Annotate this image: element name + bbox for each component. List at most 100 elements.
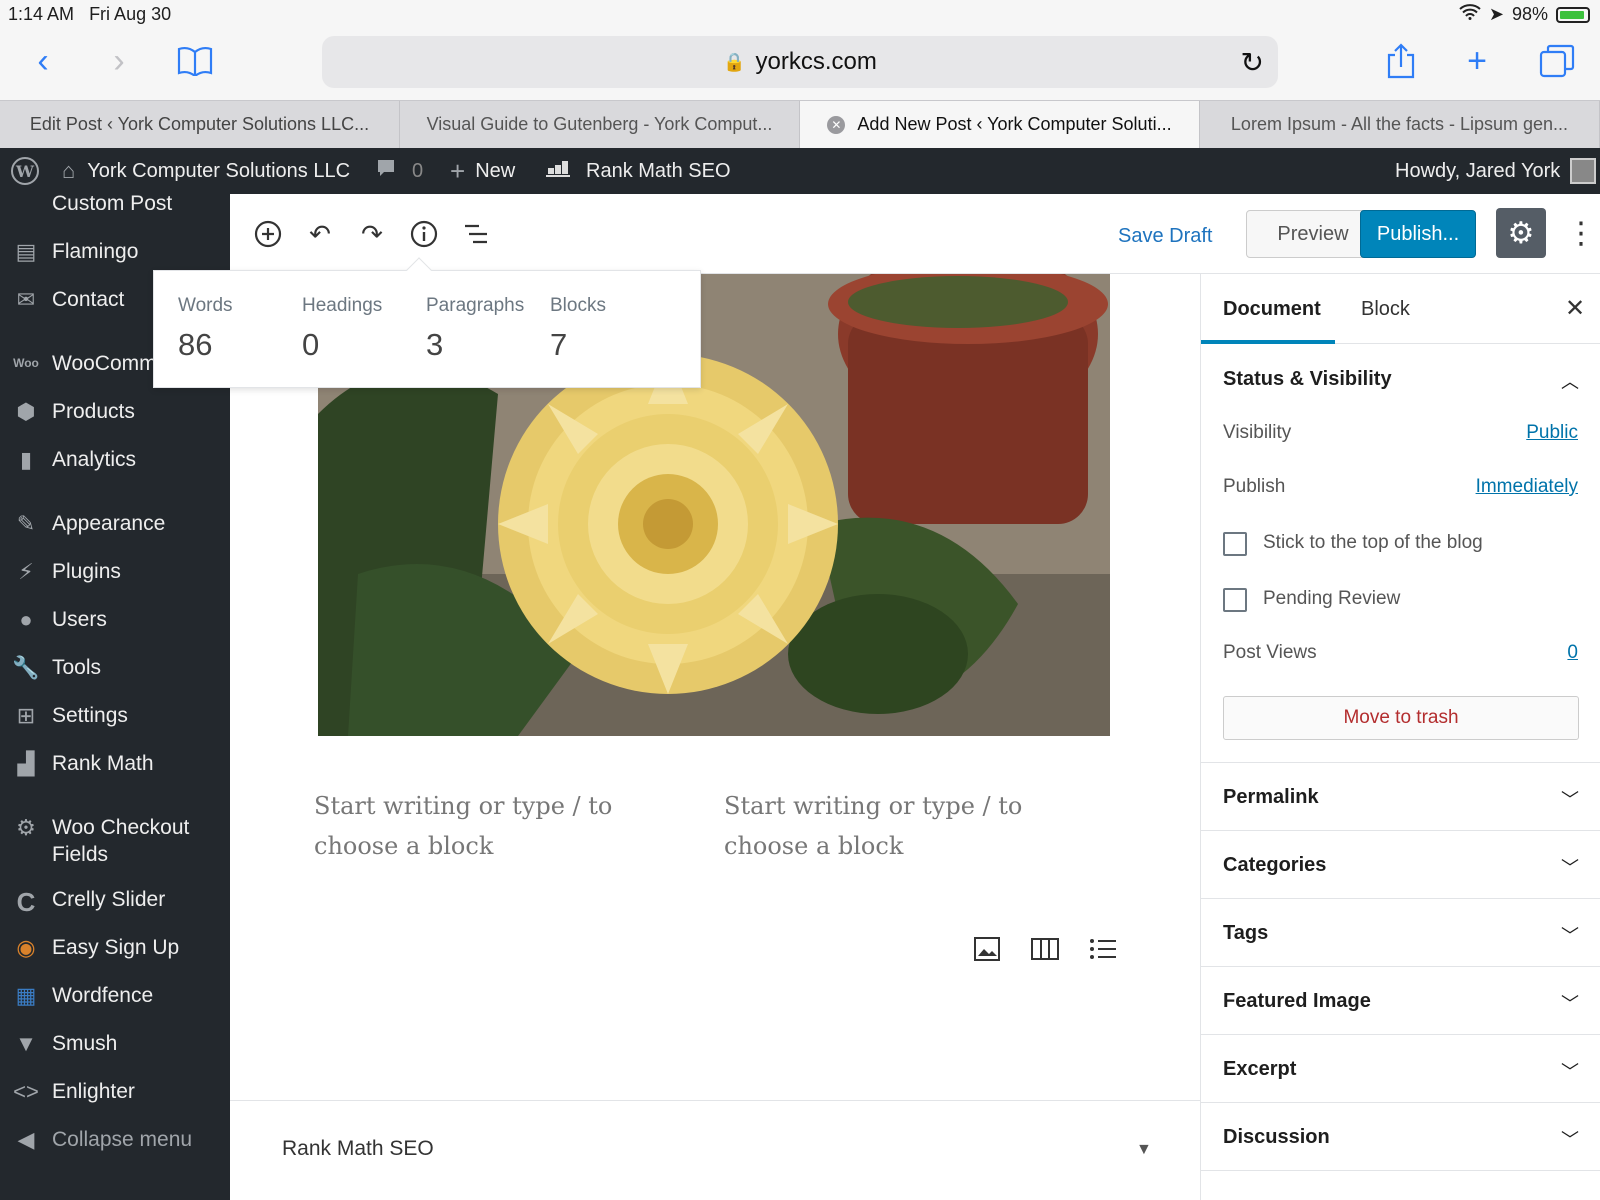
editor-toolbar: ↶ ↷ Save Draft Preview Publish... ⚙ ⋮	[230, 194, 1600, 274]
chevron-down-icon[interactable]: ﹀	[1561, 922, 1579, 948]
reload-icon[interactable]: ↻	[1241, 46, 1264, 79]
pending-review-label: Pending Review	[1263, 588, 1401, 609]
signup-icon: ◉	[16, 935, 36, 960]
sidebar-item-woo-checkout-fields[interactable]: ⚙ Woo Checkout Fields	[0, 814, 230, 868]
collapse-icon: ◀	[17, 1127, 35, 1152]
close-icon[interactable]: ✕	[1565, 294, 1585, 323]
more-options-icon[interactable]: ⋮	[1566, 208, 1596, 258]
chevron-down-icon[interactable]: ﹀	[1561, 990, 1579, 1016]
status-visibility-title[interactable]: Status & Visibility	[1223, 368, 1392, 391]
comment-icon	[376, 158, 396, 184]
sliders-icon: ⊞	[16, 703, 36, 728]
sidebar-item-tools[interactable]: 🔧 Tools	[0, 654, 230, 681]
publish-button[interactable]: Publish...	[1360, 210, 1476, 258]
visibility-link[interactable]: Public	[1526, 422, 1578, 444]
chevron-down-icon[interactable]: ﹀	[1561, 1126, 1579, 1152]
site-name-link[interactable]: ⌂ York Computer Solutions LLC	[62, 148, 350, 194]
user-icon: ●	[19, 607, 33, 632]
browser-toolbar: ‹ › 🔒 yorkcs.com ↻ +	[0, 30, 1600, 100]
post-views-link[interactable]: 0	[1567, 642, 1578, 664]
sidebar-item-plugins[interactable]: ⚡ Plugins	[0, 558, 230, 585]
paragraph-placeholder-left[interactable]: Start writing or type / to choose a bloc…	[314, 786, 614, 866]
wrench-icon: 🔧	[12, 655, 40, 680]
sidebar-item-users[interactable]: ● Users	[0, 606, 230, 633]
columns-block-icon[interactable]	[1030, 934, 1060, 964]
close-tab-icon[interactable]: ✕	[827, 115, 846, 134]
panel-discussion[interactable]: Discussion	[1223, 1126, 1330, 1149]
publish-label: Publish	[1223, 476, 1286, 497]
panel-categories[interactable]: Categories	[1223, 854, 1326, 877]
panel-tags[interactable]: Tags	[1223, 922, 1268, 945]
sidebar-item-easy-sign-up[interactable]: ◉ Easy Sign Up	[0, 934, 230, 961]
sidebar-item-smush[interactable]: ▼ Smush	[0, 1030, 230, 1057]
ios-status-bar: 1:14 AM Fri Aug 30 ➤ 98%	[0, 0, 1600, 30]
paragraphs-stat: Paragraphs 3	[426, 295, 525, 362]
wp-admin-bar: W ⌂ York Computer Solutions LLC 0 + New …	[0, 148, 1600, 194]
tabs-overview-icon[interactable]	[1534, 38, 1580, 84]
share-icon[interactable]	[1378, 38, 1424, 84]
move-to-trash-button[interactable]: Move to trash	[1223, 696, 1579, 740]
tab-document[interactable]: Document	[1223, 298, 1321, 321]
code-icon: <>	[13, 1079, 39, 1104]
pending-review-checkbox[interactable]	[1223, 588, 1247, 612]
caret-down-icon[interactable]: ▼	[1136, 1141, 1152, 1159]
image-block-icon[interactable]	[972, 934, 1002, 964]
publish-date-link[interactable]: Immediately	[1476, 476, 1578, 498]
rank-math-icon	[544, 158, 572, 184]
save-draft-button[interactable]: Save Draft	[1118, 216, 1212, 256]
sidebar-item-enlighter[interactable]: <> Enlighter	[0, 1078, 230, 1105]
visibility-label: Visibility	[1223, 422, 1292, 443]
paragraph-placeholder-right[interactable]: Start writing or type / to choose a bloc…	[724, 786, 1024, 866]
my-account-link[interactable]: Howdy, Jared York	[1395, 148, 1597, 194]
comments-link[interactable]: 0	[376, 148, 423, 194]
outline-icon[interactable]	[456, 214, 496, 254]
sidebar-item-products[interactable]: ⬢ Products	[0, 398, 230, 425]
settings-tabs: Document Block ✕	[1201, 274, 1600, 344]
lock-icon: 🔒	[723, 51, 746, 72]
info-icon[interactable]	[404, 214, 444, 254]
words-stat: Words 86	[178, 295, 233, 362]
brush-icon: ✎	[16, 511, 36, 536]
chevron-down-icon[interactable]: ﹀	[1561, 786, 1579, 812]
add-block-icon[interactable]	[248, 214, 288, 254]
sidebar-item-appearance[interactable]: ✎ Appearance	[0, 510, 230, 537]
bookmarks-icon[interactable]	[172, 38, 218, 84]
sidebar-item-analytics[interactable]: ▮ Analytics	[0, 446, 230, 473]
settings-gear-icon[interactable]: ⚙	[1496, 208, 1546, 258]
browser-tab[interactable]: Visual Guide to Gutenberg - York Comput.…	[400, 101, 800, 148]
sidebar-item-wordfence[interactable]: ▦ Wordfence	[0, 982, 230, 1009]
tab-block[interactable]: Block	[1361, 298, 1410, 321]
sidebar-item-crelly-slider[interactable]: C Crelly Slider	[0, 886, 230, 918]
collapse-menu-button[interactable]: ◀ Collapse menu	[0, 1126, 230, 1153]
rank-math-link[interactable]: Rank Math SEO	[544, 148, 731, 194]
chevron-down-icon[interactable]: ﹀	[1561, 854, 1579, 880]
wordpress-logo-icon[interactable]: W	[10, 148, 40, 194]
browser-tab-active[interactable]: ✕ Add New Post ‹ York Computer Soluti...	[800, 101, 1200, 148]
sidebar-item-custom-post[interactable]: Custom Post	[0, 190, 230, 217]
status-time: 1:14 AM Fri Aug 30	[8, 4, 172, 24]
browser-tab[interactable]: Edit Post ‹ York Computer Solutions LLC.…	[0, 101, 400, 148]
sidebar-item-flamingo[interactable]: ▤ Flamingo	[0, 238, 230, 265]
panel-excerpt[interactable]: Excerpt	[1223, 1058, 1296, 1081]
sidebar-item-settings[interactable]: ⊞ Settings	[0, 702, 230, 729]
redo-icon[interactable]: ↷	[352, 214, 392, 254]
undo-icon[interactable]: ↶	[300, 214, 340, 254]
sidebar-item-rank-math[interactable]: ▟ Rank Math	[0, 750, 230, 777]
panel-permalink[interactable]: Permalink	[1223, 786, 1319, 809]
new-content-link[interactable]: + New	[450, 148, 515, 194]
inserter-shortcuts	[972, 934, 1118, 964]
address-bar[interactable]: 🔒 yorkcs.com ↻	[322, 36, 1278, 88]
list-block-icon[interactable]	[1088, 934, 1118, 964]
flamingo-icon: ▤	[15, 239, 37, 264]
chevron-up-icon[interactable]: ︿	[1561, 368, 1579, 394]
back-icon[interactable]: ‹	[20, 38, 66, 84]
chevron-down-icon[interactable]: ﹀	[1561, 1058, 1579, 1084]
browser-tab[interactable]: Lorem Ipsum - All the facts - Lipsum gen…	[1200, 101, 1600, 148]
forward-icon[interactable]: ›	[96, 38, 142, 84]
rank-math-seo-panel[interactable]: Rank Math SEO ▼	[230, 1100, 1200, 1200]
woo-icon: Woo	[13, 356, 39, 370]
stick-to-top-checkbox[interactable]	[1223, 532, 1247, 556]
headings-stat: Headings 0	[302, 295, 383, 362]
new-tab-icon[interactable]: +	[1454, 38, 1500, 84]
panel-featured-image[interactable]: Featured Image	[1223, 990, 1371, 1013]
